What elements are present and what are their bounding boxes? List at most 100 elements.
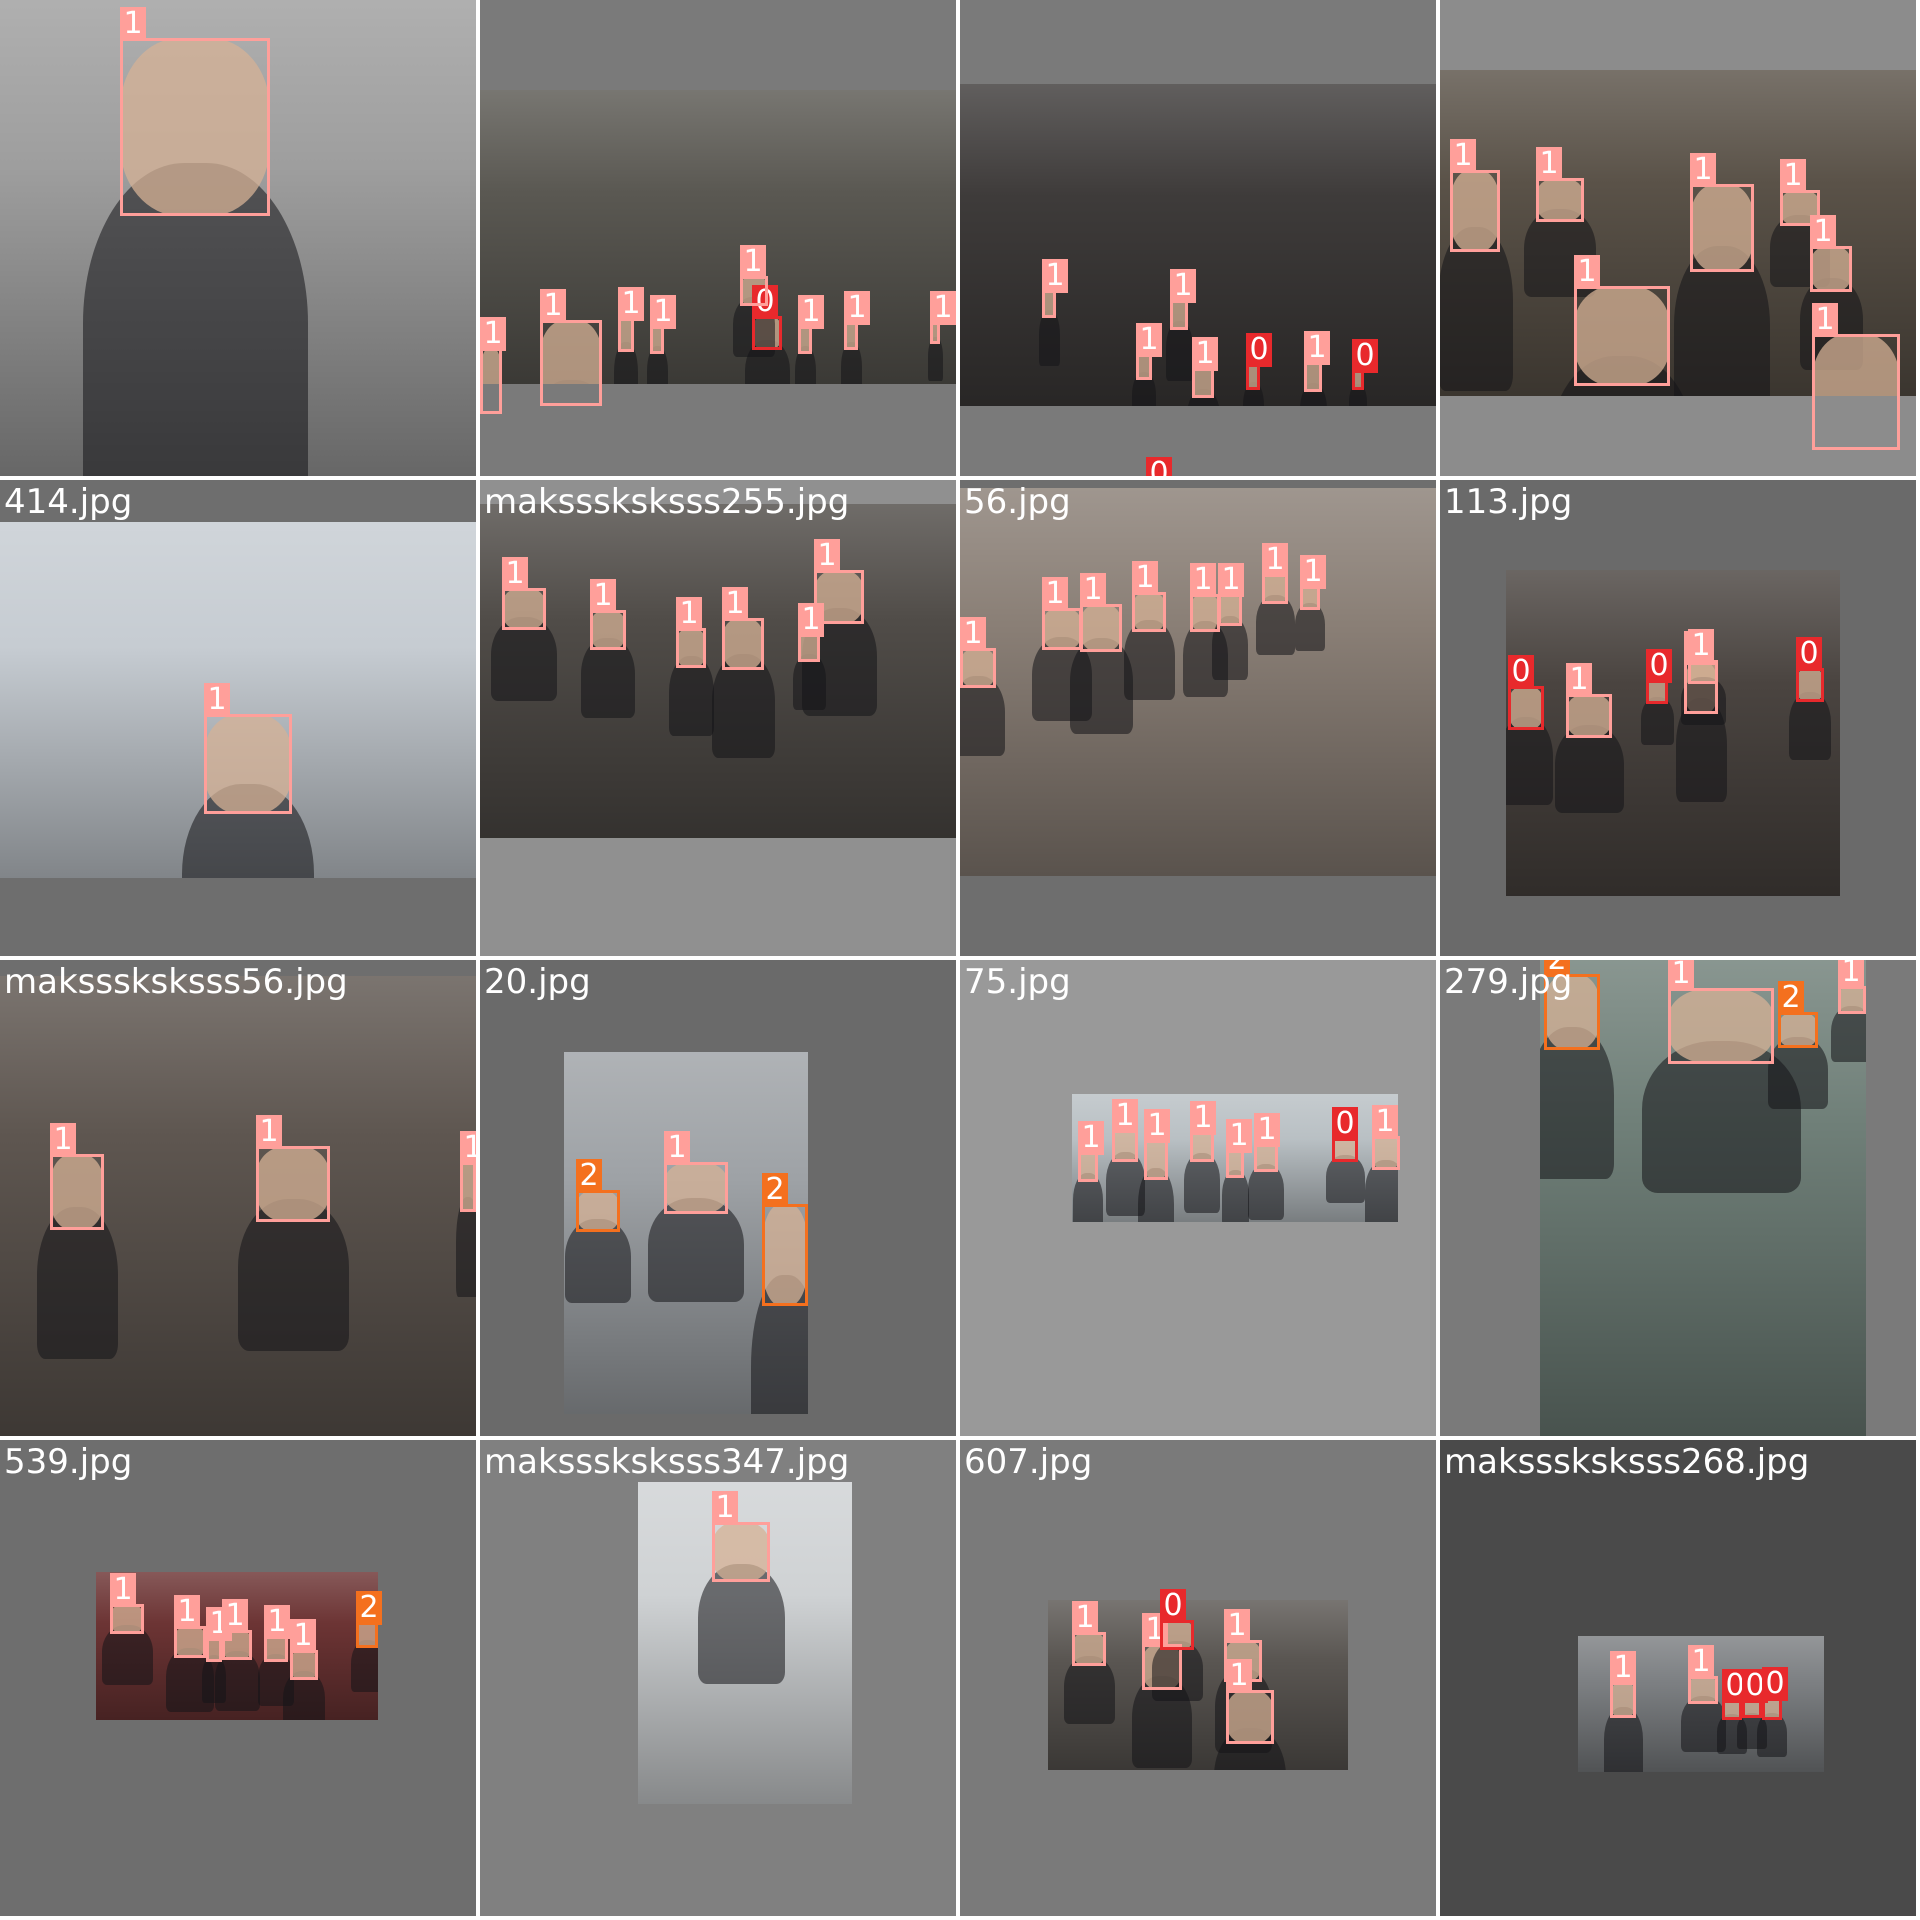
mosaic-tile: 1 maksssksksss347.jpg: [480, 1440, 956, 1916]
person-silhouette: [668, 656, 714, 736]
detection-box: 0: [1332, 1107, 1358, 1162]
detection-box: 1: [1610, 1651, 1636, 1718]
detection-box: 1: [1226, 1659, 1274, 1744]
detection-class-label: 1: [1254, 1113, 1280, 1147]
detection-box: 1: [460, 1131, 476, 1212]
detection-box: 0: [1796, 637, 1824, 702]
detection-class-label: 1: [480, 317, 506, 351]
detection-box: 0: [1742, 1669, 1768, 1718]
mosaic-tile: 111101111: [480, 0, 956, 476]
detection-box: 1: [930, 291, 956, 344]
detection-class-label: 1: [50, 1123, 76, 1157]
detection-class-label: 1: [814, 539, 840, 573]
detection-class-label: 1: [460, 1131, 476, 1165]
tile-filename-label: 607.jpg: [964, 1442, 1093, 1482]
detection-box: 0: [1722, 1669, 1748, 1720]
detection-box: 1: [50, 1123, 104, 1230]
detection-class-label: 1: [676, 597, 702, 631]
person-silhouette: [581, 638, 635, 718]
detection-class-label: 2: [762, 1173, 788, 1207]
detection-box: 1: [290, 1619, 318, 1680]
detection-box: 1: [1254, 1113, 1280, 1172]
detection-box: 2: [356, 1591, 382, 1648]
mosaic-tile: 11110100: [960, 0, 1436, 476]
detection-box: 1: [1668, 960, 1774, 1064]
detection-class-label: 1: [1080, 573, 1106, 607]
detection-class-label: 1: [1780, 159, 1806, 193]
detection-class-label: 1: [1078, 1121, 1104, 1155]
detection-class-label: 0: [1246, 333, 1272, 367]
detection-class-label: 1: [1450, 139, 1476, 173]
detection-class-label: 0: [1146, 457, 1172, 476]
mosaic-tile: 1 1 1 1 1 1 0 1 75.jpg: [960, 960, 1436, 1436]
detection-class-label: 0: [1352, 339, 1378, 373]
mosaic-tile: 010110113.jpg: [1440, 480, 1916, 956]
detection-box: 1: [1226, 1119, 1252, 1178]
detection-box: 1: [256, 1115, 330, 1222]
tile-filename-label: 20.jpg: [484, 962, 591, 1002]
detection-class-label: 1: [1690, 153, 1716, 187]
detection-class-label: 1: [1372, 1105, 1398, 1139]
detection-box: 1: [1132, 561, 1166, 632]
detection-class-label: 0: [1646, 649, 1672, 683]
detection-class-label: 1: [1536, 147, 1562, 181]
detection-class-label: 1: [722, 587, 748, 621]
detection-box: 1: [618, 287, 644, 352]
detection-box: 1: [1136, 323, 1162, 380]
detection-box: 1: [1450, 139, 1500, 252]
mosaic-tile: 1 1 1 1 1 1 2 539.jpg: [0, 1440, 476, 1916]
detection-class-label: 1: [798, 603, 824, 637]
detection-box: 1: [1810, 215, 1852, 292]
detection-class-label: 1: [1688, 629, 1714, 663]
detection-box: 1: [540, 289, 602, 406]
mosaic-tile: 1 2 2 20.jpg: [480, 960, 956, 1436]
detection-box: 1: [844, 291, 870, 350]
detection-class-label: 1: [1566, 663, 1592, 697]
detection-box: 1: [204, 683, 292, 814]
detection-box: 1: [1192, 337, 1218, 398]
detection-box: 1: [1112, 1099, 1138, 1162]
detection-box: 1: [1812, 303, 1900, 450]
detection-box: 1: [1142, 1613, 1182, 1690]
detection-box: 1: [1144, 1109, 1170, 1180]
tile-filename-label: 75.jpg: [964, 962, 1071, 1002]
detection-class-label: 1: [590, 579, 616, 613]
detection-class-label: 1: [1144, 1109, 1170, 1143]
detection-class-label: 0: [1160, 1589, 1186, 1623]
detection-box: 1: [480, 317, 506, 414]
detection-box: 1: [264, 1605, 290, 1662]
detection-box: 0: [1646, 649, 1672, 704]
detection-class-label: 1: [1132, 561, 1158, 595]
detection-box: 1: [590, 579, 626, 650]
detection-box: 1: [1080, 573, 1122, 652]
tile-filename-label: maksssksksss56.jpg: [4, 962, 348, 1002]
detection-class-label: 0: [1762, 1667, 1788, 1701]
detection-box: 1: [206, 1607, 232, 1662]
tile-photo: [0, 522, 476, 878]
detection-box: 1: [1190, 1101, 1216, 1162]
detection-box: 1: [664, 1131, 728, 1214]
detection-class-label: 1: [618, 287, 644, 321]
detection-class-label: 2: [1778, 981, 1804, 1015]
mosaic-tile: 1111111: [1440, 0, 1916, 476]
detection-class-label: 1: [664, 1131, 690, 1165]
detection-class-label: 1: [1170, 269, 1196, 303]
detection-box: 1: [798, 295, 824, 354]
detection-box: 1: [650, 295, 676, 354]
person-silhouette: [101, 1625, 153, 1685]
detection-class-label: 1: [290, 1619, 316, 1653]
detection-class-label: 1: [798, 295, 824, 329]
mosaic-tile: 1 414.jpg: [0, 480, 476, 956]
detection-class-label: 1: [1190, 1101, 1216, 1135]
detection-class-label: 1: [930, 291, 956, 325]
detection-box: 1: [1304, 331, 1330, 392]
detection-class-label: 0: [1796, 637, 1822, 671]
tile-filename-label: 56.jpg: [964, 482, 1071, 522]
detection-class-label: 1: [1688, 1645, 1714, 1679]
detection-class-label: 1: [110, 1573, 136, 1607]
detection-class-label: 1: [1668, 960, 1694, 991]
detection-box: 1: [960, 617, 996, 688]
detection-box: 2: [762, 1173, 808, 1306]
detection-class-label: 1: [712, 1491, 738, 1525]
person-silhouette: [1165, 321, 1193, 381]
